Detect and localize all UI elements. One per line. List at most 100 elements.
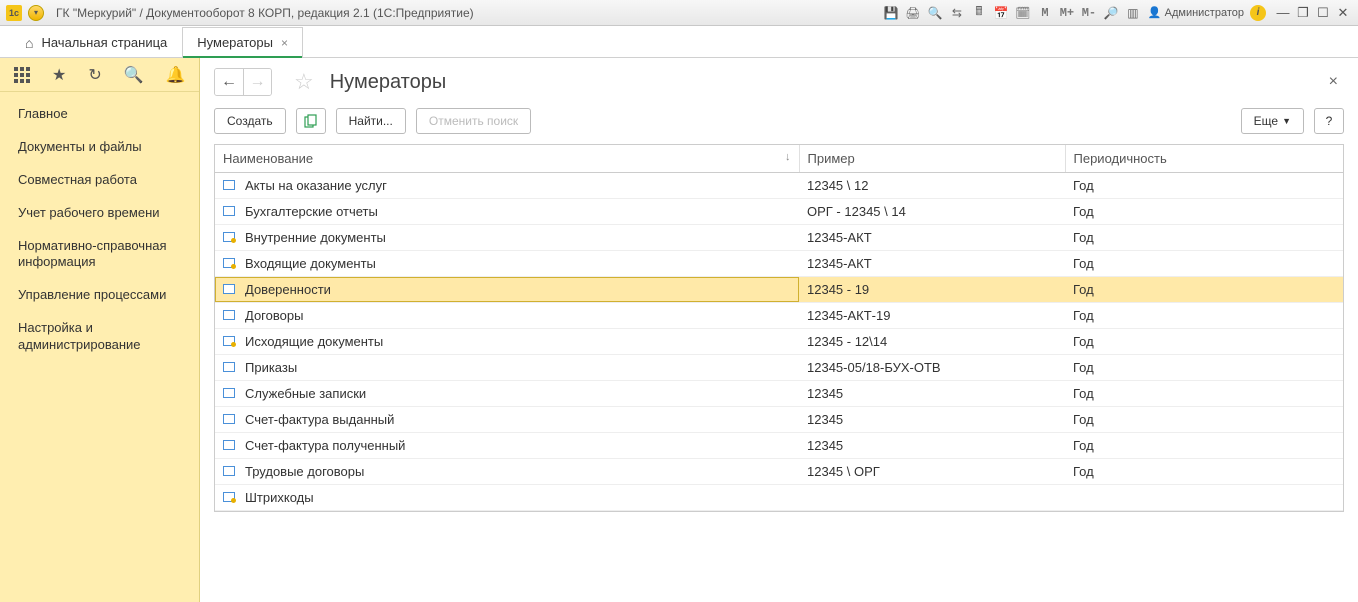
sidebar-item[interactable]: Совместная работа bbox=[0, 164, 199, 197]
row-period: Год bbox=[1065, 355, 1343, 381]
window-restore-button[interactable]: ❐ bbox=[1294, 5, 1312, 21]
page-close-icon[interactable]: × bbox=[1329, 73, 1344, 91]
find-button[interactable]: Найти... bbox=[336, 108, 406, 134]
col-header-example[interactable]: Пример bbox=[799, 145, 1065, 173]
app-menu-icon[interactable]: ▾ bbox=[28, 5, 44, 21]
m-plus-button[interactable]: M+ bbox=[1058, 4, 1076, 22]
row-period: Год bbox=[1065, 407, 1343, 433]
row-type-icon bbox=[223, 258, 235, 268]
m-minus-button[interactable]: M- bbox=[1080, 4, 1098, 22]
chevron-down-icon: ▼ bbox=[1282, 116, 1291, 126]
sidebar-item[interactable]: Учет рабочего времени bbox=[0, 197, 199, 230]
sidebar-item[interactable]: Главное bbox=[0, 98, 199, 131]
row-example: 12345 bbox=[799, 407, 1065, 433]
row-type-icon bbox=[223, 466, 235, 476]
table-row[interactable]: Внутренние документы12345-АКТГод bbox=[215, 225, 1343, 251]
col-header-name[interactable]: Наименование↓ bbox=[215, 145, 799, 173]
search-icon[interactable]: 🔍 bbox=[124, 65, 144, 85]
app-logo-icon: 1c bbox=[6, 5, 22, 21]
table-row[interactable]: Бухгалтерские отчетыОРГ - 12345 \ 14Год bbox=[215, 199, 1343, 225]
calculator-icon[interactable]: 🖩 bbox=[970, 4, 988, 22]
save-icon[interactable]: 💾 bbox=[882, 4, 900, 22]
nav-back-button[interactable]: ← bbox=[215, 69, 243, 95]
copy-button[interactable] bbox=[296, 108, 326, 134]
row-example: 12345 bbox=[799, 381, 1065, 407]
row-example: 12345 bbox=[799, 433, 1065, 459]
row-name: Внутренние документы bbox=[245, 230, 386, 245]
tab-home-label: Начальная страница bbox=[41, 35, 167, 50]
row-name: Акты на оказание услуг bbox=[245, 178, 387, 193]
col-header-period[interactable]: Периодичность bbox=[1065, 145, 1343, 173]
info-icon[interactable]: i bbox=[1250, 5, 1266, 21]
row-name: Доверенности bbox=[245, 282, 331, 297]
cancel-search-button[interactable]: Отменить поиск bbox=[416, 108, 531, 134]
nav-forward-button[interactable]: → bbox=[243, 69, 271, 95]
row-example: 12345-АКТ bbox=[799, 251, 1065, 277]
table-row[interactable]: Штрихкоды bbox=[215, 485, 1343, 511]
more-button[interactable]: Еще ▼ bbox=[1241, 108, 1304, 134]
row-period: Год bbox=[1065, 381, 1343, 407]
zoom-icon[interactable]: 🔎 bbox=[1102, 4, 1120, 22]
row-name: Исходящие документы bbox=[245, 334, 383, 349]
favorites-icon[interactable]: ★ bbox=[52, 65, 66, 85]
help-button[interactable]: ? bbox=[1314, 108, 1344, 134]
user-name: Администратор bbox=[1165, 7, 1244, 19]
window-maximize-button[interactable]: ☐ bbox=[1314, 5, 1332, 21]
compare-icon[interactable]: ⇆ bbox=[948, 4, 966, 22]
window-minimize-button[interactable]: — bbox=[1274, 5, 1292, 21]
table-row[interactable]: Договоры12345-АКТ-19Год bbox=[215, 303, 1343, 329]
tabs-bar: ⌂ Начальная страница Нумераторы × bbox=[0, 26, 1358, 58]
favorite-star-icon[interactable]: ☆ bbox=[294, 69, 314, 95]
sidebar-item[interactable]: Управление процессами bbox=[0, 279, 199, 312]
col-header-name-label: Наименование bbox=[223, 151, 313, 166]
table-row[interactable]: Служебные записки12345Год bbox=[215, 381, 1343, 407]
table-row[interactable]: Доверенности12345 - 19Год bbox=[215, 277, 1343, 303]
table-row[interactable]: Акты на оказание услуг12345 \ 12Год bbox=[215, 173, 1343, 199]
preview-icon[interactable]: 🔍 bbox=[926, 4, 944, 22]
sidebar-item[interactable]: Нормативно-справочная информация bbox=[0, 230, 199, 280]
row-name: Входящие документы bbox=[245, 256, 376, 271]
row-example: 12345-05/18-БУХ-ОТВ bbox=[799, 355, 1065, 381]
sidebar: ★ ↻ 🔍 🔔 Главное Документы и файлы Совмес… bbox=[0, 58, 200, 602]
window-title: ГК "Меркурий" / Документооборот 8 КОРП, … bbox=[56, 6, 474, 20]
history-icon[interactable]: ↻ bbox=[88, 65, 101, 85]
tab-numerators-label: Нумераторы bbox=[197, 35, 273, 50]
sidebar-nav: Главное Документы и файлы Совместная раб… bbox=[0, 92, 199, 368]
row-example: 12345 \ ОРГ bbox=[799, 459, 1065, 485]
table-row[interactable]: Приказы 12345-05/18-БУХ-ОТВГод bbox=[215, 355, 1343, 381]
row-name: Счет-фактура выданный bbox=[245, 412, 394, 427]
row-name: Трудовые договоры bbox=[245, 464, 364, 479]
row-name: Приказы bbox=[245, 360, 297, 375]
schedule-icon[interactable]: 🗓 bbox=[1014, 4, 1032, 22]
tab-home[interactable]: ⌂ Начальная страница bbox=[10, 27, 182, 57]
create-button[interactable]: Создать bbox=[214, 108, 286, 134]
row-example bbox=[799, 485, 1065, 511]
row-name: Бухгалтерские отчеты bbox=[245, 204, 378, 219]
row-period: Год bbox=[1065, 329, 1343, 355]
sidebar-item[interactable]: Документы и файлы bbox=[0, 131, 199, 164]
table-row[interactable]: Счет-фактура полученный12345Год bbox=[215, 433, 1343, 459]
m-button[interactable]: M bbox=[1036, 4, 1054, 22]
row-type-icon bbox=[223, 492, 235, 502]
calendar-icon[interactable]: 📅 bbox=[992, 4, 1010, 22]
table-row[interactable]: Входящие документы12345-АКТГод bbox=[215, 251, 1343, 277]
more-button-label: Еще bbox=[1254, 114, 1278, 128]
window-close-button[interactable]: ✕ bbox=[1334, 5, 1352, 21]
copy-icon bbox=[304, 114, 318, 128]
row-type-icon bbox=[223, 232, 235, 242]
row-type-icon bbox=[223, 284, 235, 294]
notifications-icon[interactable]: 🔔 bbox=[166, 65, 186, 85]
table-row[interactable]: Счет-фактура выданный 12345Год bbox=[215, 407, 1343, 433]
tab-close-icon[interactable]: × bbox=[281, 36, 288, 50]
print-icon[interactable]: 🖨 bbox=[904, 4, 922, 22]
sidebar-item[interactable]: Настройка и администрирование bbox=[0, 312, 199, 362]
sections-icon[interactable] bbox=[14, 67, 30, 83]
table-row[interactable]: Трудовые договоры12345 \ ОРГГод bbox=[215, 459, 1343, 485]
row-example: 12345-АКТ bbox=[799, 225, 1065, 251]
table-row[interactable]: Исходящие документы12345 - 12\14Год bbox=[215, 329, 1343, 355]
user-label[interactable]: 👤 Администратор bbox=[1148, 6, 1244, 19]
toolbar: Создать Найти... Отменить поиск Еще ▼ ? bbox=[200, 102, 1358, 144]
panels-icon[interactable]: ▥ bbox=[1124, 4, 1142, 22]
tab-numerators[interactable]: Нумераторы × bbox=[182, 27, 303, 57]
row-period bbox=[1065, 485, 1343, 511]
